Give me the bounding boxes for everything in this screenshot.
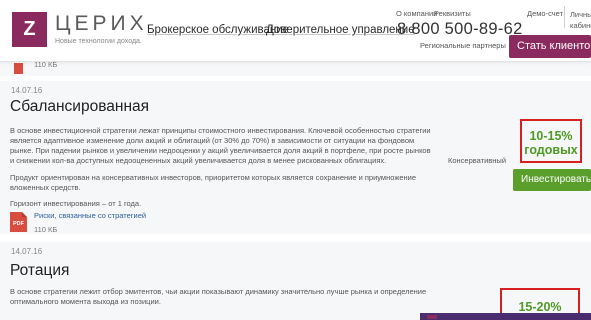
risk-profile-label: Консервативный: [448, 156, 507, 165]
invest-button[interactable]: Инвестировать: [513, 169, 591, 191]
strategy-title[interactable]: Ротация: [10, 262, 69, 280]
cabinet-line-2: кабинет: [570, 21, 591, 30]
strategy-title[interactable]: Сбалансированная: [10, 98, 149, 116]
requisites-link[interactable]: Реквизиты: [434, 9, 471, 18]
nav-trust-link[interactable]: Доверительное управление: [266, 24, 415, 36]
strategy-description: В основе стратегии лежит отбор эмитентов…: [10, 287, 427, 306]
logo-icon[interactable]: Z: [12, 12, 47, 47]
site-header: Z ЦЕРИХ Новые технологии дохода. Брокерс…: [0, 0, 591, 62]
become-client-button[interactable]: Стать клиентом: [509, 35, 591, 58]
about-link[interactable]: О компании: [396, 9, 437, 18]
regional-partners-link[interactable]: Региональные партнеры: [420, 41, 506, 50]
header-divider: [564, 6, 565, 28]
demo-account-link[interactable]: Демо-счет: [527, 9, 563, 18]
strategy-description: В основе инвестиционной стратегии лежат …: [10, 126, 431, 165]
file-size: 110 КБ: [34, 225, 58, 234]
phone-number[interactable]: 8 800 500-89-62: [397, 20, 523, 39]
strategy-risks-link[interactable]: Риски, связанные со стратегией: [34, 211, 146, 220]
yield-unit: годовых: [524, 143, 578, 157]
yield-highlight: 10-15% годовых: [520, 119, 582, 163]
yield-value: 10-15%: [529, 129, 573, 143]
personal-cabinet-link[interactable]: Личный кабинет: [570, 9, 591, 31]
pdf-icon[interactable]: PDF: [10, 212, 27, 232]
strategy-target-audience: Продукт ориентирован на консервативных и…: [10, 173, 417, 192]
strategy-card-previous: [0, 60, 591, 76]
logo-tagline: Новые технологии дохода.: [55, 38, 142, 45]
bottom-popup-bar[interactable]: [420, 313, 591, 320]
cabinet-line-1: Личный: [570, 10, 591, 19]
strategy-date: 14.07.16: [11, 86, 43, 95]
strategy-horizon: Горизонт инвестирования – от 1 года.: [10, 199, 142, 208]
popup-indicator-icon: [427, 315, 437, 319]
yield-value: 15-20%: [518, 300, 562, 314]
pdf-icon[interactable]: [14, 63, 23, 74]
strategy-date: 14.07.16: [11, 247, 43, 256]
logo-name[interactable]: ЦЕРИХ: [55, 12, 148, 36]
